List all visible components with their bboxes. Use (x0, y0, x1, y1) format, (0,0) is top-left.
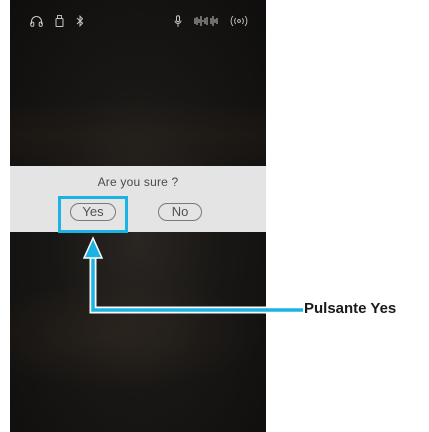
audio-recorder-icon (194, 15, 218, 27)
microphone-icon (174, 15, 182, 28)
manual-illustration: Are you sure ? Yes No Pulsante Yes (0, 0, 429, 432)
callout-label: Pulsante Yes (304, 300, 397, 317)
yes-button-highlight (58, 196, 128, 233)
usb-drive-icon (55, 15, 64, 27)
bluetooth-icon (76, 15, 84, 27)
no-button[interactable]: No (158, 203, 202, 221)
dialog-title: Are you sure ? (97, 175, 179, 189)
headphones-icon (30, 15, 43, 27)
status-bar (10, 0, 266, 36)
device-screen: Are you sure ? Yes No (10, 0, 266, 432)
confirm-dialog: Are you sure ? Yes No (10, 166, 266, 232)
wireless-icon (229, 15, 249, 27)
